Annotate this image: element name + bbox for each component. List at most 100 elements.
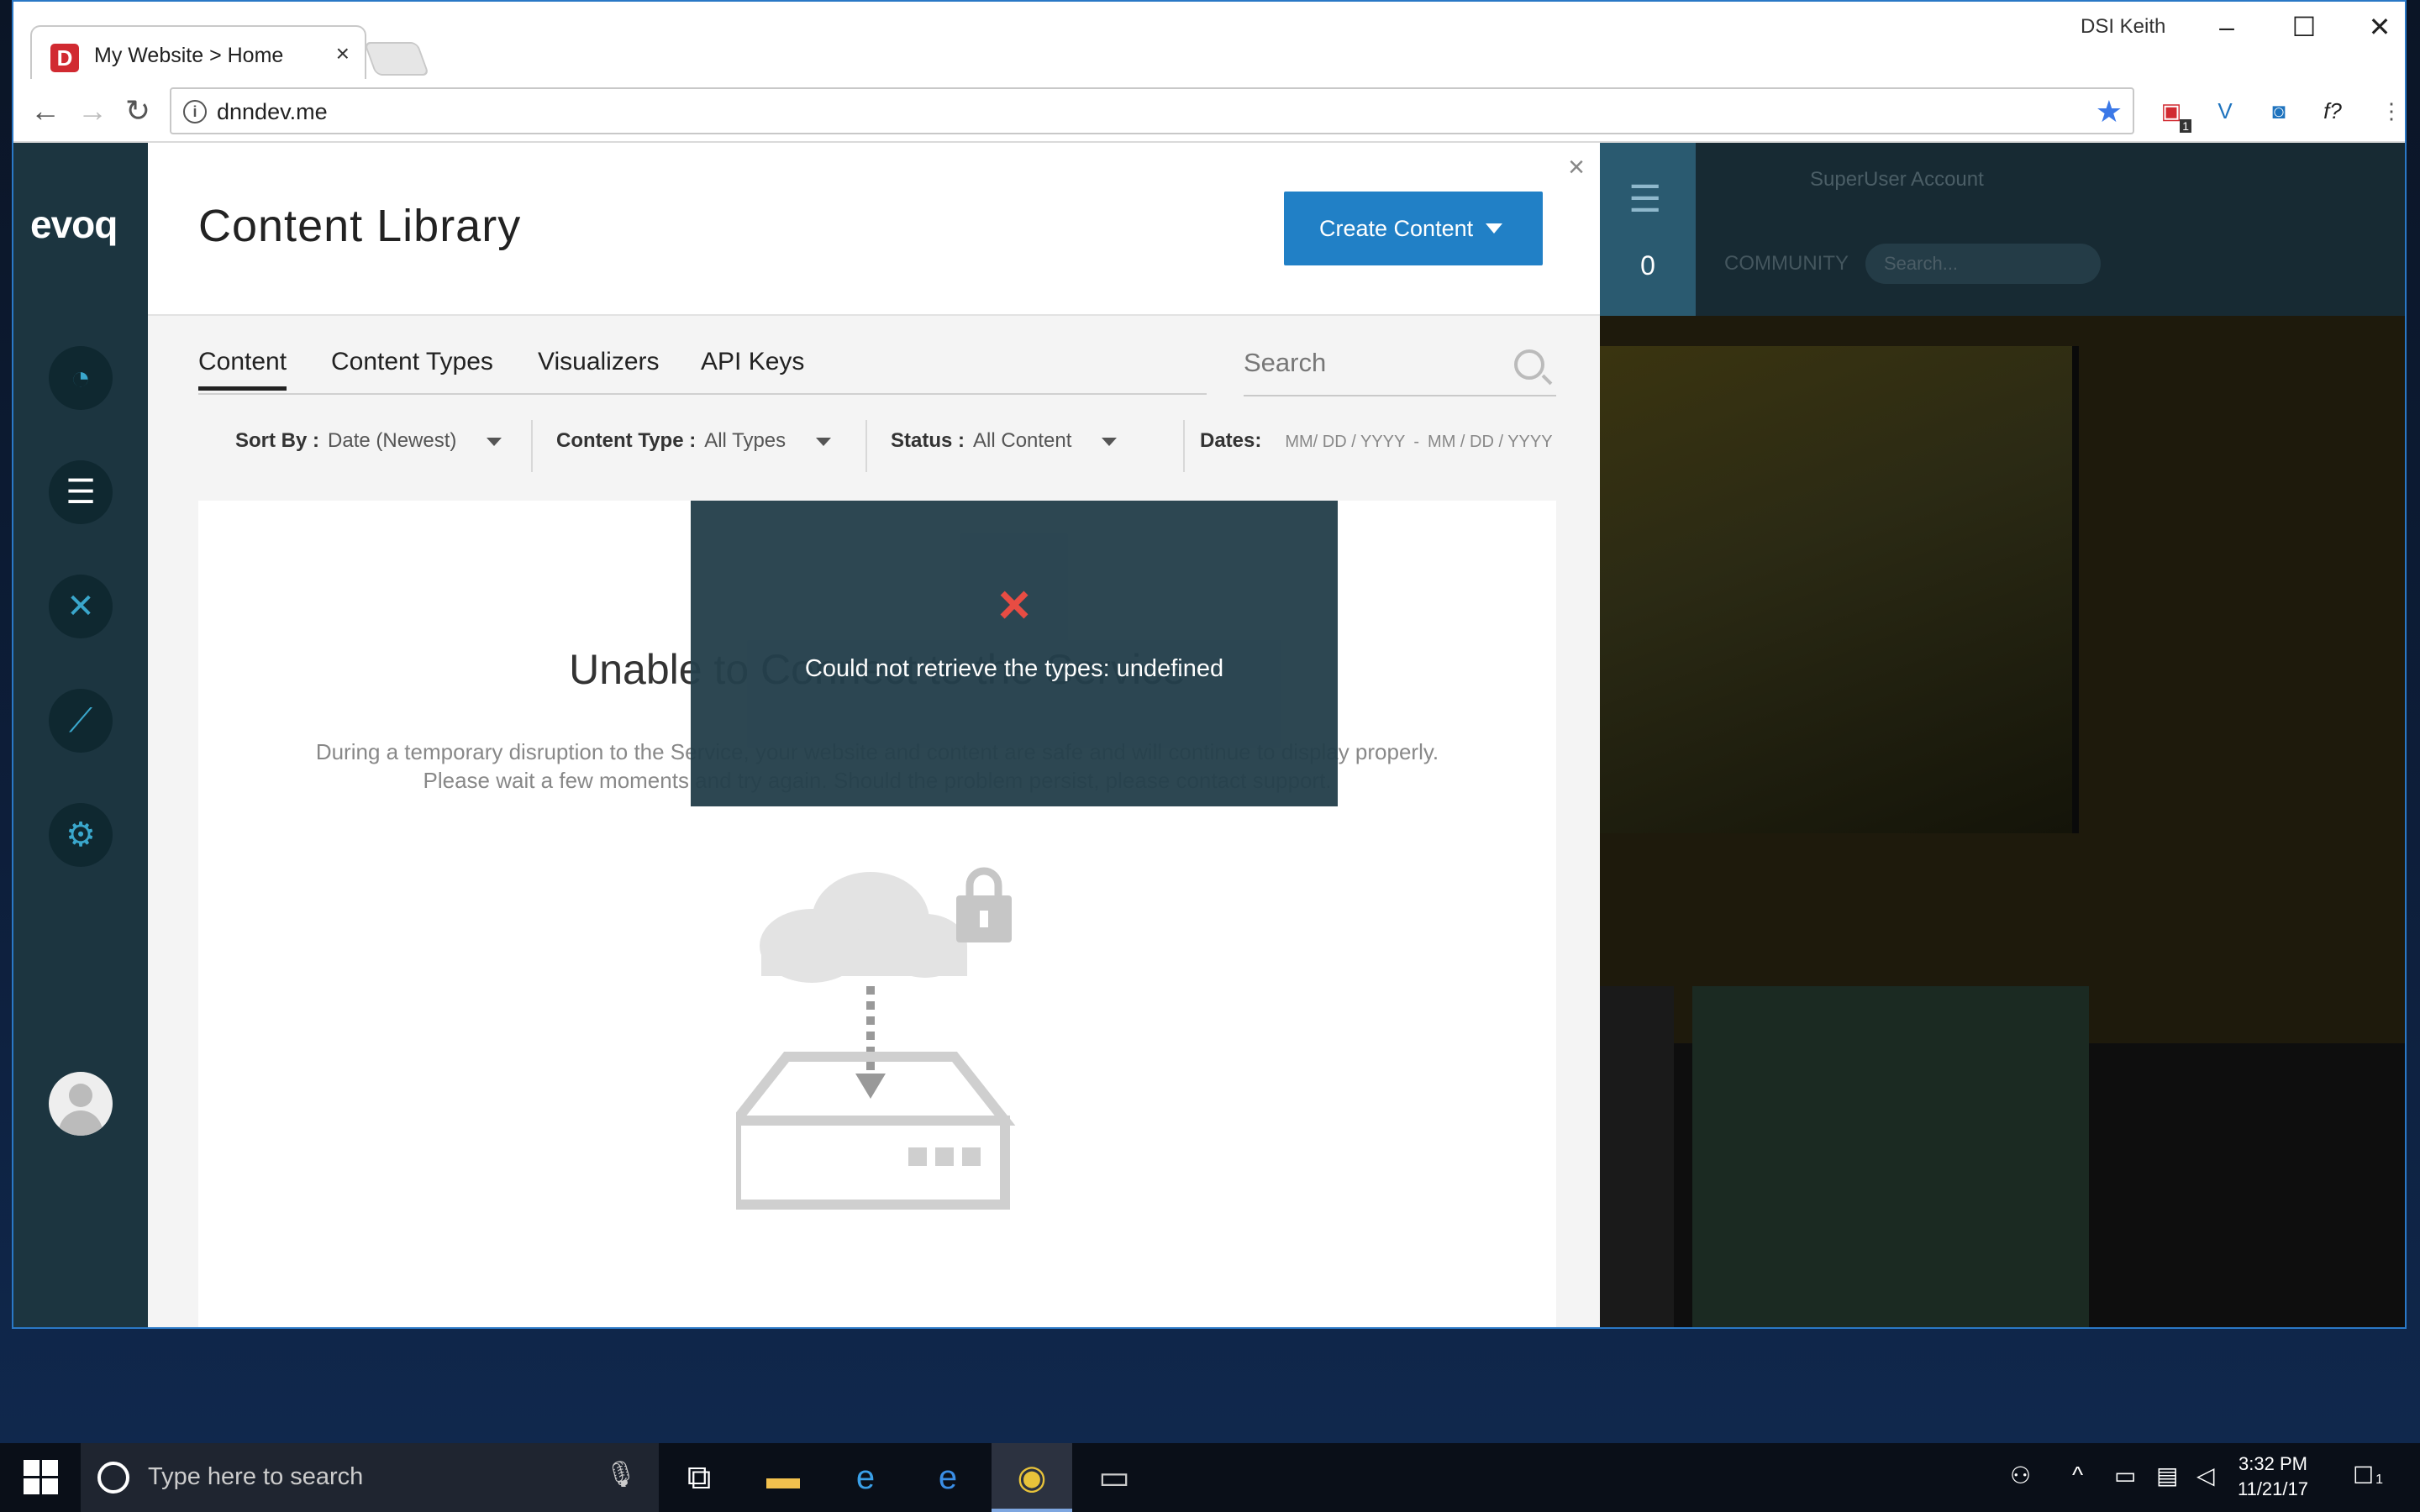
forward-icon[interactable]: → [72,91,113,131]
lock-icon [956,867,1012,942]
extension-v-icon[interactable]: V [2208,94,2242,128]
sort-by-dropdown[interactable]: Sort By : Date (Newest) [235,420,502,472]
web-page: evoq ◔ ☰ ✕ ⟋ ⚙ Content Library × Create … [13,143,2405,1327]
minimize-icon[interactable]: – [2193,8,2260,49]
cloud-icon [760,872,967,983]
filter-divider [531,420,533,472]
action-center-icon[interactable]: ☐ 1 [2353,1462,2383,1489]
task-view-icon[interactable]: ⧉ [659,1443,739,1512]
windows-start-icon[interactable] [24,1460,59,1495]
tools-icon[interactable]: ✕ [49,575,113,638]
browser-toolbar: ← → ↻ i dnndev.me ★ ▣ 1 V ◙ f? ⋮ [13,79,2405,143]
url-text[interactable]: dnndev.me [217,99,328,125]
address-bar[interactable]: i dnndev.me ★ [170,87,2134,134]
notification-count: 1 [2375,1473,2384,1487]
list-icon: ☰ [1628,179,1662,220]
tv-product-image [1600,346,2079,833]
status-value: All Content [973,429,1072,452]
service-disconnected-illustration [736,867,1016,1210]
chevron-down-icon [1102,437,1118,446]
browser-tab[interactable]: D My Website > Home × [30,25,366,79]
item-count: 0 [1640,250,1655,281]
tab-close-icon[interactable]: × [336,42,350,66]
nav-community[interactable]: COMMUNITY [1724,252,1849,276]
tab-visualizers[interactable]: Visualizers [538,348,660,376]
avatar-body [59,1110,103,1136]
panel-close-icon[interactable]: × [1568,151,1585,184]
filter-divider [865,420,867,472]
taskbar-search[interactable]: Type here to search 🎙 [81,1443,659,1512]
tab-api-keys[interactable]: API Keys [701,348,804,376]
profile-name[interactable]: DSI Keith [2081,15,2165,39]
volume-icon[interactable]: ◁ [2196,1462,2215,1489]
file-explorer-icon[interactable]: ▬ [743,1443,823,1512]
people-icon[interactable]: ⚇ [2010,1462,2031,1489]
date-separator: - [1413,433,1420,451]
site-search-input[interactable]: Search... [1865,244,2101,284]
chevron-down-icon [487,437,502,446]
network-icon[interactable]: ▤ [2156,1462,2178,1489]
reload-icon[interactable]: ↻ [118,91,158,131]
microphone-icon[interactable]: 🎙 [605,1460,637,1489]
extension-screenshot-icon[interactable]: ◙ [2262,94,2296,128]
date-to-input[interactable]: MM / DD / YYYY [1428,433,1553,451]
evoq-logo[interactable]: evoq [30,202,118,247]
superuser-menu[interactable]: SuperUser Account [1810,168,1984,192]
internet-explorer-icon[interactable]: e [825,1443,906,1512]
date: 11/21/17 [2237,1478,2308,1499]
create-content-button[interactable]: Create Content [1284,192,1543,265]
sort-label: Sort By : [235,429,320,452]
site-header: ☰ 0 SuperUser Account COMMUNITY Search..… [1600,143,2405,316]
new-tab-button[interactable] [363,42,430,76]
tray-chevron-up-icon[interactable]: ^ [2072,1462,2083,1488]
product-card [1600,986,1674,1327]
tab-content[interactable]: Content [198,348,287,391]
extension-badge: 1 [2180,119,2191,133]
dashed-connection-line [855,986,886,1099]
evoq-sidebar: evoq ◔ ☰ ✕ ⟋ ⚙ [13,143,148,1327]
search-input[interactable]: Search [1244,348,1326,378]
library-search[interactable]: Search [1244,341,1556,396]
analytics-chart-icon[interactable]: ⟋ [49,689,113,753]
back-icon[interactable]: ← [25,91,66,131]
error-toast: × Could not retrieve the types: undefine… [691,501,1338,806]
avatar-head [69,1084,92,1107]
chevron-down-icon [816,437,832,446]
date-from-input[interactable]: MM/ DD / YYYY [1285,433,1405,451]
dashboard-gauge-icon[interactable]: ◔ [49,346,113,410]
maximize-icon[interactable]: ☐ [2270,8,2338,49]
edge-icon[interactable]: e [908,1443,988,1512]
extension-font-icon[interactable]: f? [2316,94,2349,128]
status-label: Status : [891,429,965,452]
chrome-icon[interactable]: ◉ [992,1443,1072,1512]
browser-menu-icon[interactable]: ⋮ [2375,94,2405,128]
search-icon[interactable] [1514,349,1544,380]
settings-gear-icon[interactable]: ⚙ [49,803,113,867]
taskbar-search-input[interactable]: Type here to search [148,1463,363,1491]
library-tabs: Content Content Types Visualizers API Ke… [198,348,1207,395]
website-background: ☰ 0 SuperUser Account COMMUNITY Search..… [1600,143,2405,1327]
bookmark-star-icon[interactable]: ★ [2096,94,2123,129]
create-content-label: Create Content [1319,216,1474,241]
filter-bar: Sort By : Date (Newest) Content Type : All… [198,420,1556,472]
edit-bar-counter[interactable]: ☰ 0 [1600,143,1696,316]
clock[interactable]: 3:32 PM 11/21/17 [2227,1452,2319,1502]
time: 3:32 PM [2238,1453,2307,1474]
error-message: Could not retrieve the types: undefined [804,655,1224,682]
user-avatar[interactable] [49,1072,113,1136]
status-dropdown[interactable]: Status : All Content [891,420,1118,472]
dnn-favicon-icon: D [50,44,79,72]
close-window-icon[interactable]: ✕ [2346,8,2405,49]
terminal-icon[interactable]: ▭ [1074,1443,1155,1512]
extension-red-icon[interactable]: ▣ 1 [2154,94,2191,133]
content-type-dropdown[interactable]: Content Type : All Types [556,420,832,472]
laptop-product-card [1692,986,2089,1327]
content-type-value: All Types [704,429,786,452]
tab-content-types[interactable]: Content Types [331,348,493,376]
title-bar: D My Website > Home × DSI Keith – ☐ ✕ [13,2,2405,79]
filter-divider [1183,420,1185,472]
battery-icon[interactable]: ▭ [2114,1462,2136,1489]
info-icon[interactable]: i [183,100,207,123]
tab-title: My Website > Home [94,44,284,67]
content-document-icon[interactable]: ☰ [49,460,113,524]
